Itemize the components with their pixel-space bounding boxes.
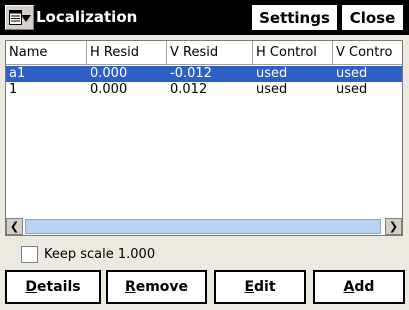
details-mnemonic: D <box>25 279 38 295</box>
cell-v-control: used <box>336 82 368 97</box>
scrollbar-thumb[interactable] <box>25 219 381 234</box>
keep-scale-checkbox[interactable] <box>21 246 38 263</box>
page-title: Localization <box>36 8 138 26</box>
column-header-v-resid[interactable]: V Resid <box>167 41 253 65</box>
add-button[interactable]: Add <box>313 270 405 304</box>
table-row[interactable]: a1 0.000 -0.012 used used <box>6 66 402 82</box>
edit-mnemonic: E <box>244 279 255 295</box>
cell-h-resid: 0.000 <box>90 66 128 81</box>
menu-button[interactable] <box>5 5 34 30</box>
remove-button[interactable]: Remove <box>106 270 207 304</box>
cell-name: a1 <box>9 66 26 81</box>
edit-label: dit <box>254 279 276 295</box>
keep-scale-label[interactable]: Keep scale 1.000 <box>44 247 155 262</box>
cell-v-resid: 0.012 <box>170 82 208 97</box>
scroll-right-icon[interactable]: ❯ <box>385 218 402 235</box>
title-bar: Localization Settings Close <box>0 0 409 35</box>
remove-mnemonic: R <box>124 279 136 295</box>
details-button[interactable]: Details <box>5 270 101 304</box>
table-header: Name H Resid V Resid H Control V Contro <box>6 41 402 65</box>
cell-h-control: used <box>256 82 288 97</box>
settings-button[interactable]: Settings <box>251 4 338 31</box>
add-label: dd <box>354 279 375 295</box>
add-mnemonic: A <box>343 279 355 295</box>
table-row[interactable]: 1 0.000 0.012 used used <box>6 82 402 98</box>
localization-table[interactable]: Name H Resid V Resid H Control V Contro … <box>5 40 403 236</box>
column-header-h-control[interactable]: H Control <box>253 41 333 65</box>
column-header-h-resid[interactable]: H Resid <box>87 41 167 65</box>
cell-v-resid: -0.012 <box>170 66 212 81</box>
column-header-v-control[interactable]: V Contro <box>333 41 402 65</box>
cell-h-resid: 0.000 <box>90 82 128 97</box>
cell-h-control: used <box>256 66 288 81</box>
edit-button[interactable]: Edit <box>214 270 306 304</box>
details-label: etails <box>37 279 81 295</box>
remove-label: emove <box>135 279 189 295</box>
cell-v-control: used <box>336 66 368 81</box>
column-header-name[interactable]: Name <box>6 41 87 65</box>
close-button[interactable]: Close <box>341 4 404 31</box>
cell-name: 1 <box>9 82 18 97</box>
scroll-left-icon[interactable]: ❮ <box>6 218 23 235</box>
chevron-down-icon <box>21 15 31 22</box>
horizontal-scrollbar[interactable]: ❮ ❯ <box>6 218 402 235</box>
